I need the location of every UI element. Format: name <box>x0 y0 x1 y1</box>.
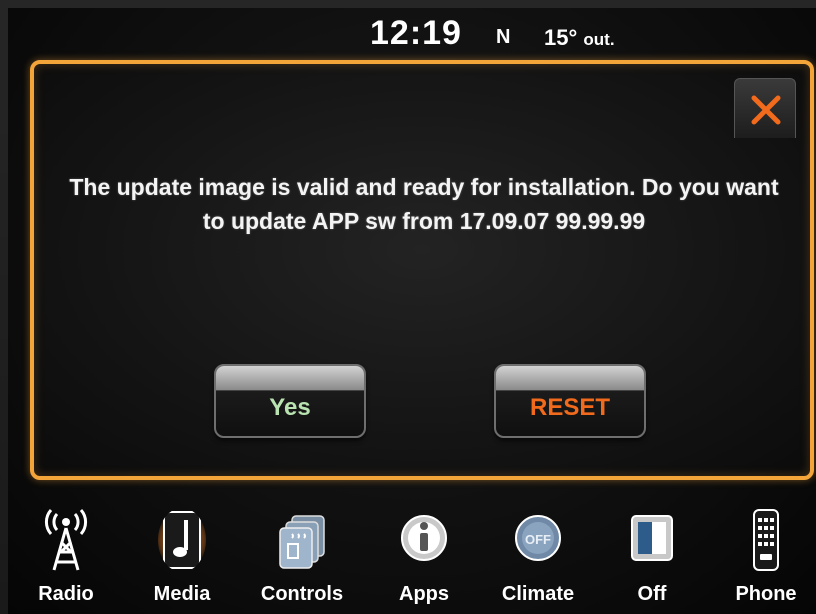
yes-button[interactable]: Yes <box>214 364 366 438</box>
nav-label-climate: Climate <box>501 583 575 605</box>
nav-item-phone[interactable]: Phone <box>716 508 816 612</box>
compass-heading: N <box>496 26 511 48</box>
nav-item-controls[interactable]: Controls <box>252 508 352 612</box>
music-note-icon <box>158 508 206 572</box>
nav-label-controls: Controls <box>260 583 344 605</box>
temperature-suffix: out. <box>583 30 615 49</box>
phone-keypad-icon <box>753 509 779 571</box>
nav-item-media[interactable]: Media <box>132 508 232 612</box>
temperature-value: 15° <box>544 25 578 50</box>
seat-heat-controls-icon <box>279 515 325 569</box>
nav-item-off[interactable]: Off <box>602 508 702 612</box>
nav-label-phone: Phone <box>735 583 797 605</box>
close-x-icon <box>751 95 781 125</box>
update-dialog: The update image is valid and ready for … <box>30 60 814 480</box>
nav-label-radio: Radio <box>38 583 94 605</box>
svg-text:OFF: OFF <box>525 532 551 547</box>
nav-label-media: Media <box>153 583 211 605</box>
radio-tower-icon <box>44 509 88 571</box>
outside-temperature: 15° out. <box>544 25 615 51</box>
button-cap <box>216 366 364 391</box>
nav-label-off: Off <box>637 583 667 605</box>
button-cap <box>496 366 644 391</box>
nav-label-apps: Apps <box>399 583 449 605</box>
reset-button[interactable]: RESET <box>494 364 646 438</box>
nav-item-apps[interactable]: Apps <box>374 508 474 612</box>
climate-fan-icon: OFF <box>515 515 561 561</box>
close-button[interactable] <box>734 78 796 138</box>
apps-icon <box>401 515 447 561</box>
bottom-nav: Radio Media Controls Apps OFF Climate Of… <box>8 502 816 614</box>
nav-item-radio[interactable]: Radio <box>16 508 116 612</box>
reset-button-label: RESET <box>529 394 610 421</box>
dialog-message: The update image is valid and ready for … <box>69 174 779 234</box>
yes-button-label: Yes <box>269 394 311 421</box>
screen: 12:19 N 15° out. The update image is val… <box>8 8 816 614</box>
screen-off-icon <box>631 515 673 561</box>
clock: 12:19 <box>370 14 462 52</box>
nav-item-climate[interactable]: OFF Climate <box>488 508 588 612</box>
